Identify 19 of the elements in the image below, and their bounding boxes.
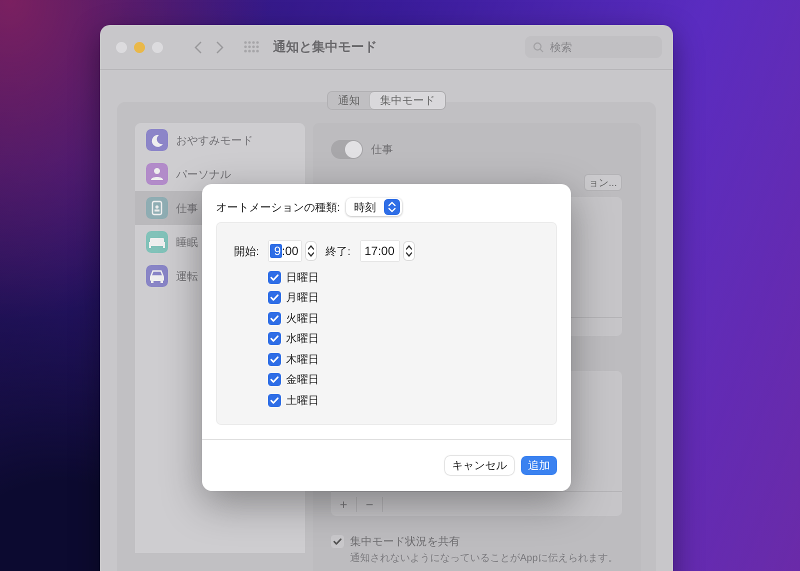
day-label: 木曜日 (286, 352, 319, 367)
sidebar-label: 運転 (176, 270, 198, 284)
sidebar-label: おやすみモード (176, 134, 253, 148)
start-label: 開始: (234, 244, 260, 258)
end-label: 終了: (325, 244, 350, 258)
checkbox-label: 集中モード状況を共有 (350, 535, 461, 549)
day-label: 日曜日 (286, 270, 319, 285)
day-label: 水曜日 (286, 332, 319, 346)
day-label: 土曜日 (286, 394, 319, 408)
toggle-label: 仕事 (371, 143, 393, 157)
description-text: 通知されないようになっていることがAppに伝えられます。 (350, 552, 618, 565)
type-label: オートメーションの種類: (216, 200, 340, 214)
sidebar-label: 仕事 (176, 202, 198, 216)
day-label: 月曜日 (286, 291, 319, 306)
day-label: 金曜日 (286, 373, 319, 388)
day-label: 火曜日 (286, 312, 319, 326)
sidebar-label: パーソナル (176, 168, 231, 182)
sidebar-label: 睡眠 (176, 236, 198, 250)
window-title: 通知と集中モード (273, 38, 377, 56)
